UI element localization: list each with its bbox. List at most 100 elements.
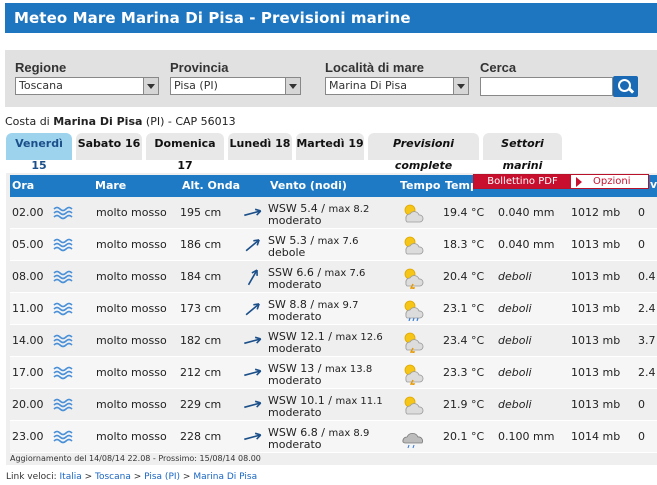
regione-select[interactable]: Toscana bbox=[15, 77, 159, 95]
row-time: 08.00 bbox=[12, 270, 44, 283]
row-time: 05.00 bbox=[12, 238, 44, 251]
coast-place: Marina Di Pisa bbox=[53, 115, 143, 128]
row-time: 02.00 bbox=[12, 206, 44, 219]
row-temperature: 20.4 °C bbox=[443, 270, 485, 283]
wave-icon bbox=[53, 397, 73, 413]
regione-field: Regione Toscana bbox=[15, 60, 159, 95]
row-sea-state: molto mosso bbox=[96, 270, 167, 283]
opzioni-button[interactable]: Opzioni bbox=[571, 175, 648, 188]
row-wave-height: 228 cm bbox=[180, 430, 222, 443]
row-pressure: 1013 mb bbox=[571, 270, 621, 283]
row-temperature: 19.4 °C bbox=[443, 206, 485, 219]
wind-max: max 12.6 bbox=[335, 332, 383, 343]
tab-venerdi[interactable]: Venerdì 15 bbox=[6, 133, 72, 172]
col-alt-onda: Alt. Onda bbox=[182, 179, 241, 192]
row-extra: 2.4 bbox=[638, 366, 656, 379]
chevron-down-icon[interactable] bbox=[143, 78, 158, 94]
wind-desc: moderato bbox=[268, 214, 322, 227]
tab-settori-marini[interactable]: Settori marini bbox=[483, 133, 562, 172]
row-pressure: 1013 mb bbox=[571, 366, 621, 379]
bollettino-pdf-button[interactable]: Bollettino PDF bbox=[474, 175, 571, 188]
row-extra: 0 bbox=[638, 398, 645, 411]
quick-links: Link veloci: Italia > Toscana > Pisa (PI… bbox=[6, 472, 258, 482]
page-header: Meteo Mare Marina Di Pisa - Previsioni m… bbox=[5, 3, 657, 33]
row-wave-height: 173 cm bbox=[180, 302, 222, 315]
localita-field: Località di mare Marina Di Pisa bbox=[325, 60, 470, 95]
wave-icon bbox=[53, 333, 73, 349]
row-sea-state: molto mosso bbox=[96, 430, 167, 443]
row-extra: 2.4 bbox=[638, 302, 656, 315]
row-wave-height: 182 cm bbox=[180, 334, 222, 347]
coast-info: Costa di Marina Di Pisa (PI) - CAP 56013 bbox=[5, 115, 236, 128]
table-row: 08.00 molto mosso 184 cm SSW 6.6 / max 7.6 m… bbox=[10, 261, 657, 293]
row-wave-height: 184 cm bbox=[180, 270, 222, 283]
row-temperature: 18.3 °C bbox=[443, 238, 485, 251]
tab-previsioni-complete[interactable]: Previsioni complete bbox=[368, 133, 479, 172]
wind-desc: moderato bbox=[268, 342, 322, 355]
wind-arrow-icon bbox=[242, 235, 264, 255]
row-extra: 3.7 bbox=[638, 334, 656, 347]
localita-select[interactable]: Marina Di Pisa bbox=[325, 77, 469, 95]
wave-icon bbox=[53, 429, 73, 445]
page-title: Meteo Mare Marina Di Pisa - Previsioni m… bbox=[14, 9, 411, 27]
link-pisa[interactable]: Pisa (PI) bbox=[144, 472, 180, 482]
table-row: 20.00 molto mosso 229 cm WSW 10.1 / max 11.… bbox=[10, 389, 657, 421]
wave-icon bbox=[53, 301, 73, 317]
localita-label: Località di mare bbox=[325, 60, 424, 75]
wind-desc: moderato bbox=[268, 438, 322, 451]
wind-arrow-icon bbox=[242, 427, 264, 447]
wind-desc: debole bbox=[268, 246, 306, 259]
cloud-drizzle-icon bbox=[400, 425, 426, 449]
toolbar-overlay: Bollettino PDF Opzioni bbox=[473, 174, 649, 189]
row-wave-height: 186 cm bbox=[180, 238, 222, 251]
wind-arrow-icon bbox=[242, 267, 264, 287]
wave-icon bbox=[53, 365, 73, 381]
row-temperature: 23.1 °C bbox=[443, 302, 485, 315]
tab-lunedi[interactable]: Lunedì 18 bbox=[228, 133, 292, 160]
row-temperature: 20.1 °C bbox=[443, 430, 485, 443]
chevron-down-icon[interactable] bbox=[453, 78, 468, 94]
link-marina-di-pisa[interactable]: Marina Di Pisa bbox=[193, 472, 257, 482]
link-italia[interactable]: Italia bbox=[60, 472, 82, 482]
regione-value: Toscana bbox=[19, 79, 63, 92]
provincia-label: Provincia bbox=[170, 60, 229, 75]
row-precipitation: deboli bbox=[498, 302, 532, 315]
row-sea-state: molto mosso bbox=[96, 366, 167, 379]
wind-max: max 13.8 bbox=[324, 364, 373, 375]
table-row: 05.00 molto mosso 186 cm SW 5.3 / max 7.6 de… bbox=[10, 229, 657, 261]
coast-prefix: Costa di bbox=[5, 115, 50, 128]
row-sea-state: molto mosso bbox=[96, 238, 167, 251]
col-vento: Vento (nodi) bbox=[270, 179, 347, 192]
row-precipitation: 0.100 mm bbox=[498, 430, 555, 443]
wind-max: max 8.2 bbox=[328, 204, 370, 215]
search-icon[interactable] bbox=[613, 76, 638, 97]
provincia-value: Pisa (PI) bbox=[174, 79, 218, 92]
row-precipitation: 0.040 mm bbox=[498, 238, 555, 251]
row-time: 17.00 bbox=[12, 366, 44, 379]
thunder-sun-icon bbox=[400, 361, 426, 389]
row-wave-height: 195 cm bbox=[180, 206, 222, 219]
row-wave-height: 229 cm bbox=[180, 398, 222, 411]
search-input[interactable] bbox=[480, 77, 613, 96]
row-precipitation: deboli bbox=[498, 366, 532, 379]
regione-label: Regione bbox=[15, 60, 67, 75]
row-precipitation: deboli bbox=[498, 334, 532, 347]
wind-arrow-icon bbox=[242, 395, 264, 415]
tab-martedi[interactable]: Martedì 19 bbox=[296, 133, 364, 160]
row-pressure: 1012 mb bbox=[571, 206, 621, 219]
col-tempo: Tempo bbox=[400, 179, 441, 192]
table-row: 23.00 molto mosso 228 cm WSW 6.8 / max 8.9 m… bbox=[10, 421, 657, 453]
wind-max: max 9.7 bbox=[317, 300, 359, 311]
localita-value: Marina Di Pisa bbox=[329, 79, 407, 92]
wind-desc: moderato bbox=[268, 406, 322, 419]
tab-domenica[interactable]: Domenica 17 bbox=[146, 133, 224, 172]
update-note: Aggiornamento del 14/08/14 22.08 - Pross… bbox=[10, 454, 261, 463]
col-ora: Ora bbox=[12, 179, 35, 192]
provincia-select[interactable]: Pisa (PI) bbox=[170, 77, 301, 95]
row-extra: 0.4 bbox=[638, 270, 656, 283]
row-extra: 0 bbox=[638, 238, 645, 251]
link-toscana[interactable]: Toscana bbox=[95, 472, 131, 482]
col-edge-header: v bbox=[650, 178, 657, 191]
chevron-down-icon[interactable] bbox=[285, 78, 300, 94]
tab-sabato[interactable]: Sabato 16 bbox=[76, 133, 142, 160]
